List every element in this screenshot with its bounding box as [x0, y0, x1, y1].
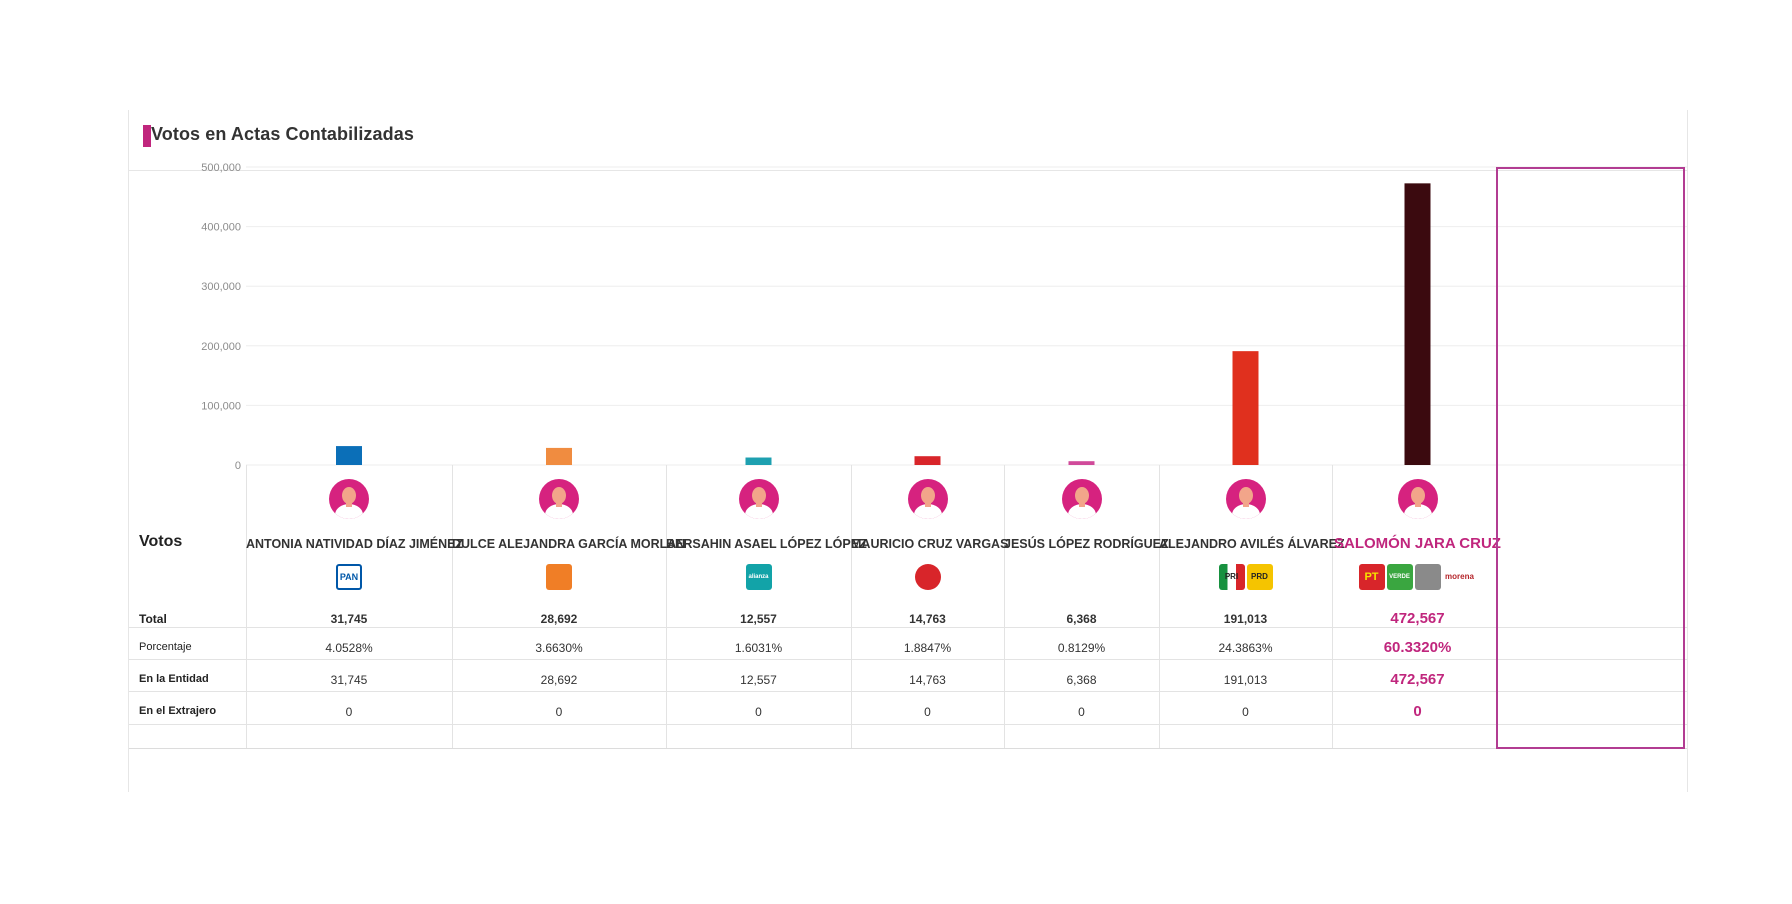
votes-table: Votos Total Porcentaje En la Entidad En el …: [129, 110, 1687, 792]
total-value: 31,745: [330, 612, 368, 626]
red-party-logo: [914, 564, 941, 590]
candidate-name[interactable]: SALOMÓN JARA CRUZ: [1332, 535, 1503, 552]
candidate-name[interactable]: ANTONIA NATIVIDAD DÍAZ JIMÉNEZ: [246, 537, 463, 551]
results-panel: Votos en Actas Contabilizadas 0 100,000 20…: [128, 110, 1688, 792]
total-value: 28,692: [540, 612, 578, 626]
votos-label: Votos: [139, 533, 183, 550]
percentage-value: 0.8129%: [1057, 641, 1106, 655]
candidate-avatar: [1061, 479, 1102, 519]
candidate-avatar: [539, 479, 579, 519]
candidate-avatar: [907, 479, 948, 519]
pan-logo: PAN: [336, 564, 362, 590]
morena-logo: morena: [1442, 564, 1477, 590]
candidate-avatar: [1225, 479, 1266, 519]
percentage-value: 1.8847%: [903, 641, 952, 655]
candidate-avatar: [1397, 479, 1438, 519]
percentage-value: 60.3320%: [1383, 639, 1452, 656]
entidad-value: 31,745: [330, 673, 368, 687]
row-label-porcentaje: Porcentaje: [139, 641, 192, 653]
entidad-value: 472,567: [1390, 671, 1445, 688]
total-value: 472,567: [1390, 610, 1445, 627]
candidate-avatar: [738, 479, 779, 519]
percentage-value: 1.6031%: [734, 641, 783, 655]
movimiento-ciudadano-logo: [546, 564, 572, 590]
extranjero-value: 0: [755, 705, 762, 719]
entidad-value: 12,557: [740, 673, 777, 687]
entidad-value: 6,368: [1066, 673, 1097, 687]
entidad-value: 191,013: [1223, 673, 1268, 687]
extranjero-value: 0: [1242, 705, 1249, 719]
table-row-divider: [129, 627, 1687, 628]
extranjero-value: 0: [1078, 705, 1085, 719]
table-row-divider: [129, 691, 1687, 692]
extranjero-value: 0: [555, 705, 563, 719]
candidate-name[interactable]: JESÚS LÓPEZ RODRÍGUEZ: [1004, 537, 1169, 551]
table-row-divider: [129, 659, 1687, 660]
total-value: 191,013: [1223, 612, 1268, 626]
candidate-name[interactable]: ALEJANDRO AVILÉS ÁLVAREZ: [1159, 537, 1345, 551]
pri-logo: PRI: [1218, 564, 1245, 590]
candidate-name[interactable]: DULCE ALEJANDRA GARCÍA MORLAN: [452, 537, 685, 551]
candidate-name[interactable]: BERSAHIN ASAEL LÓPEZ LÓPEZ: [666, 537, 867, 551]
prd-logo: PRD: [1246, 564, 1273, 590]
percentage-value: 4.0528%: [325, 641, 373, 655]
row-label-total: Total: [139, 612, 167, 626]
nueva-alianza-logo: alianza: [745, 564, 772, 590]
candidate-name[interactable]: MAURICIO CRUZ VARGAS: [851, 537, 1008, 551]
table-row-divider: [129, 724, 1687, 725]
extranjero-value: 0: [924, 705, 931, 719]
total-value: 12,557: [740, 612, 777, 626]
entidad-value: 28,692: [540, 673, 578, 687]
pt-logo: PT: [1358, 564, 1385, 590]
candidate-avatar: [329, 479, 369, 519]
verde-logo: VERDE: [1386, 564, 1413, 590]
total-value: 6,368: [1066, 612, 1097, 626]
total-value: 14,763: [909, 612, 946, 626]
extranjero-value: 0: [345, 705, 353, 719]
percentage-value: 3.6630%: [535, 641, 583, 655]
row-label-extranjero: En el Extrajero: [139, 705, 217, 717]
unidad-popular-logo: [1414, 564, 1441, 590]
entidad-value: 14,763: [909, 673, 946, 687]
extranjero-value: 0: [1413, 703, 1422, 720]
table-row-divider: [129, 748, 1687, 749]
row-label-entidad: En la Entidad: [139, 673, 209, 685]
tree-party-logo: [1068, 564, 1095, 590]
percentage-value: 24.3863%: [1218, 641, 1273, 655]
